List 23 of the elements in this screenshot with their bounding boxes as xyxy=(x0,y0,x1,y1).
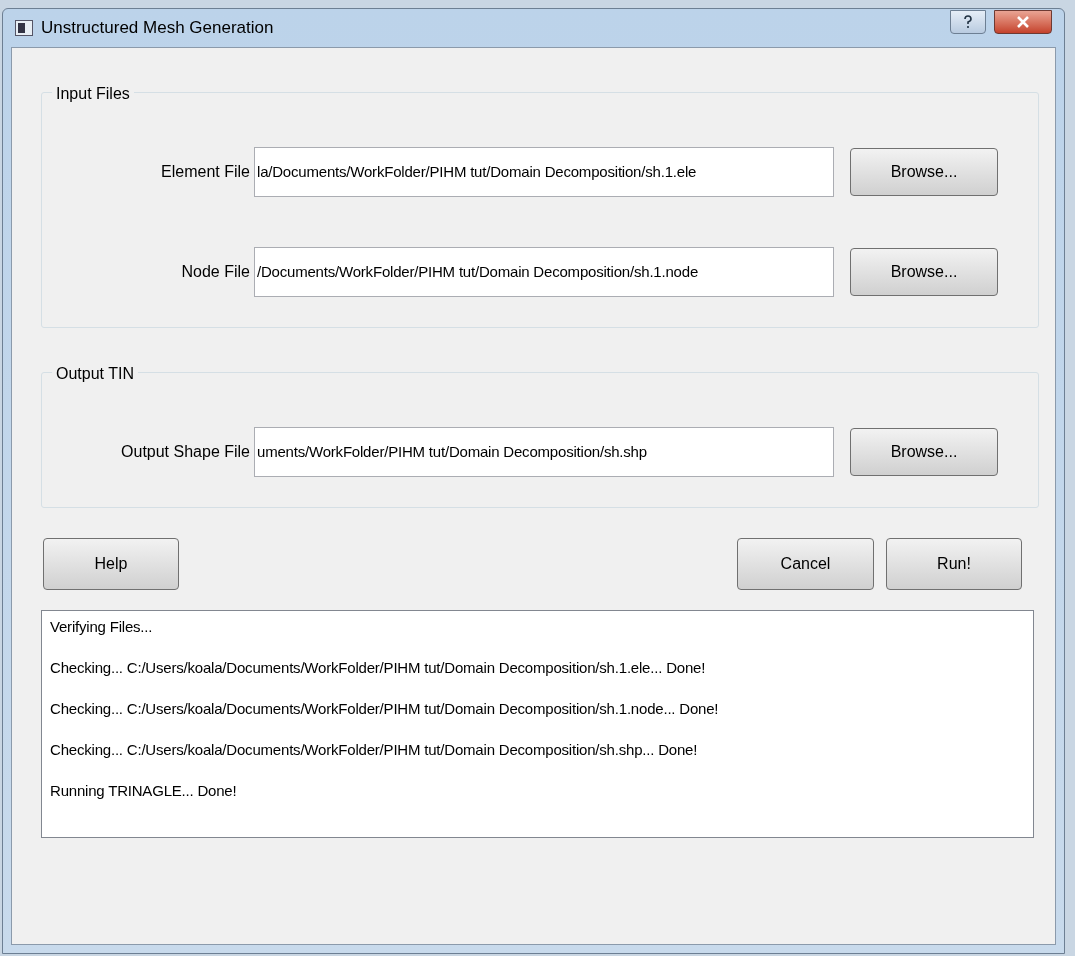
close-button[interactable] xyxy=(994,10,1052,34)
file-path-field[interactable]: /Documents/WorkFolder/PIHM tut/Domain Decomposition/sh.1.node xyxy=(254,247,834,297)
field-label: Node File xyxy=(180,262,251,282)
log-line: Checking... C:/Users/koala/Documents/WorkFolder/PIHM tut/Domain Decomposition/sh.1.ele... Done! xyxy=(50,658,707,678)
run-button[interactable]: Run! xyxy=(886,538,1022,590)
field-label: Output Shape File xyxy=(120,442,251,462)
close-icon xyxy=(1016,16,1030,28)
field-label: Element File xyxy=(160,162,251,182)
log-line: Checking... C:/Users/koala/Documents/WorkFolder/PIHM tut/Domain Decomposition/sh.1.node... Done! xyxy=(50,699,720,719)
cancel-button[interactable]: Cancel xyxy=(737,538,874,590)
help-button[interactable]: Help xyxy=(43,538,179,590)
window-app-icon xyxy=(15,20,33,36)
log-line: Checking... C:/Users/koala/Documents/WorkFolder/PIHM tut/Domain Decomposition/sh.shp... Done! xyxy=(50,740,699,760)
file-path-field[interactable]: la/Documents/WorkFolder/PIHM tut/Domain Decomposition/sh.1.ele xyxy=(254,147,834,197)
browse-button[interactable]: Browse... xyxy=(850,428,998,476)
window-title: Unstructured Mesh Generation xyxy=(41,17,274,40)
help-button[interactable] xyxy=(950,10,986,34)
file-path-field[interactable]: uments/WorkFolder/PIHM tut/Domain Decomposition/sh.shp xyxy=(254,427,834,477)
help-icon xyxy=(963,15,973,29)
log-line: Verifying Files... xyxy=(50,617,154,637)
log-line: Running TRINAGLE... Done! xyxy=(50,781,238,801)
browse-button[interactable]: Browse... xyxy=(850,248,998,296)
browse-button[interactable]: Browse... xyxy=(850,148,998,196)
